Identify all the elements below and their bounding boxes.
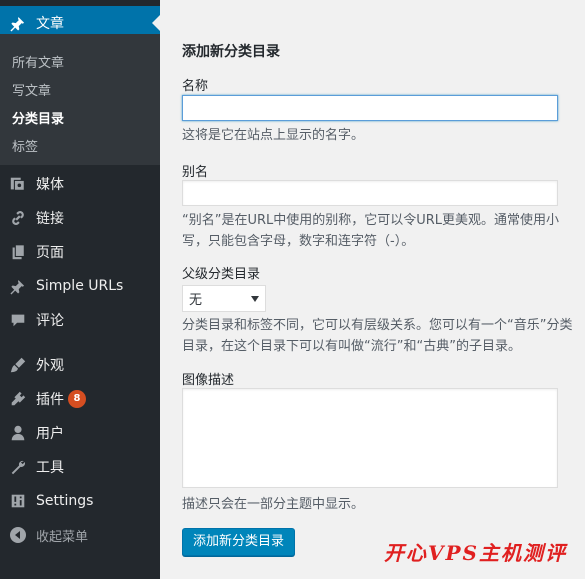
- menu-simple-urls[interactable]: Simple URLs: [0, 269, 160, 303]
- submenu-categories[interactable]: 分类目录: [12, 108, 64, 127]
- menu-media[interactable]: 媒体: [0, 167, 160, 201]
- comment-icon: [0, 311, 36, 329]
- collapse-icon: [10, 527, 26, 543]
- menu-plugins[interactable]: 插件 8: [0, 382, 160, 416]
- menu-users[interactable]: 用户: [0, 416, 160, 450]
- menu-media-label: 媒体: [36, 177, 64, 193]
- collapse-menu-button[interactable]: 收起菜单: [0, 518, 160, 552]
- menu-tools-label: 工具: [36, 460, 64, 476]
- collapse-menu-label: 收起菜单: [36, 529, 89, 545]
- menu-links-label: 链接: [36, 211, 64, 227]
- submenu-all-posts[interactable]: 所有文章: [12, 52, 64, 71]
- pin-icon: [0, 277, 36, 295]
- parent-category-description: 分类目录和标签不同，它可以有层级关系。您可以有一个“音乐”分类目录，在这个目录下…: [182, 318, 573, 354]
- add-category-button[interactable]: 添加新分类目录: [182, 528, 296, 556]
- admin-sidebar: 文章 所有文章 写文章 分类目录 标签 媒体 链接 页面 Simple URLs: [0, 0, 160, 579]
- pin-icon: [0, 14, 36, 32]
- page-icon: [0, 243, 36, 261]
- plugin-update-badge: 8: [68, 390, 86, 408]
- settings-icon: [0, 492, 36, 510]
- parent-category-label: 父级分类目录: [182, 267, 261, 282]
- menu-comments[interactable]: 评论: [0, 303, 160, 337]
- dropdown-arrow-icon: [251, 291, 259, 306]
- menu-posts-label: 文章: [36, 16, 64, 32]
- slug-description: “别名”是在URL中使用的别称，它可以令URL更美观。通常使用小写，只能包含字母…: [182, 213, 560, 249]
- menu-tools[interactable]: 工具: [0, 450, 160, 484]
- menu-settings-label: Settings: [36, 493, 94, 509]
- form-heading: 添加新分类目录: [182, 44, 280, 60]
- plugin-icon: [0, 390, 36, 408]
- menu-appearance-label: 外观: [36, 358, 64, 374]
- parent-category-select[interactable]: 无: [182, 285, 266, 312]
- submenu-new-post[interactable]: 写文章: [12, 80, 51, 99]
- category-description-textarea[interactable]: [182, 388, 558, 488]
- media-icon: [0, 175, 36, 193]
- category-name-input[interactable]: [182, 95, 558, 121]
- posts-submenu: 所有文章 写文章 分类目录 标签: [0, 34, 160, 165]
- menu-appearance[interactable]: 外观: [0, 348, 160, 382]
- appearance-icon: [0, 356, 36, 374]
- submenu-tags[interactable]: 标签: [12, 136, 38, 155]
- image-description-label: 图像描述: [182, 373, 235, 388]
- name-label: 名称: [182, 79, 209, 94]
- parent-category-value: 无: [189, 293, 203, 308]
- wrench-icon: [0, 458, 36, 476]
- watermark-text: 开心VPS主机测评: [384, 541, 567, 565]
- menu-simple-urls-label: Simple URLs: [36, 278, 124, 294]
- menu-pages-label: 页面: [36, 245, 64, 261]
- menu-comments-label: 评论: [36, 313, 64, 329]
- description-help-text: 描述只会在一部分主题中显示。: [182, 497, 365, 512]
- menu-pages[interactable]: 页面: [0, 235, 160, 269]
- name-description: 这将是它在站点上显示的名字。: [182, 128, 365, 143]
- menu-users-label: 用户: [36, 426, 64, 442]
- menu-plugins-label: 插件: [36, 392, 64, 408]
- category-slug-input[interactable]: [182, 180, 558, 206]
- user-icon: [0, 424, 36, 442]
- menu-links[interactable]: 链接: [0, 201, 160, 235]
- slug-label: 别名: [182, 165, 209, 180]
- menu-settings[interactable]: Settings: [0, 484, 160, 518]
- link-icon: [0, 209, 36, 227]
